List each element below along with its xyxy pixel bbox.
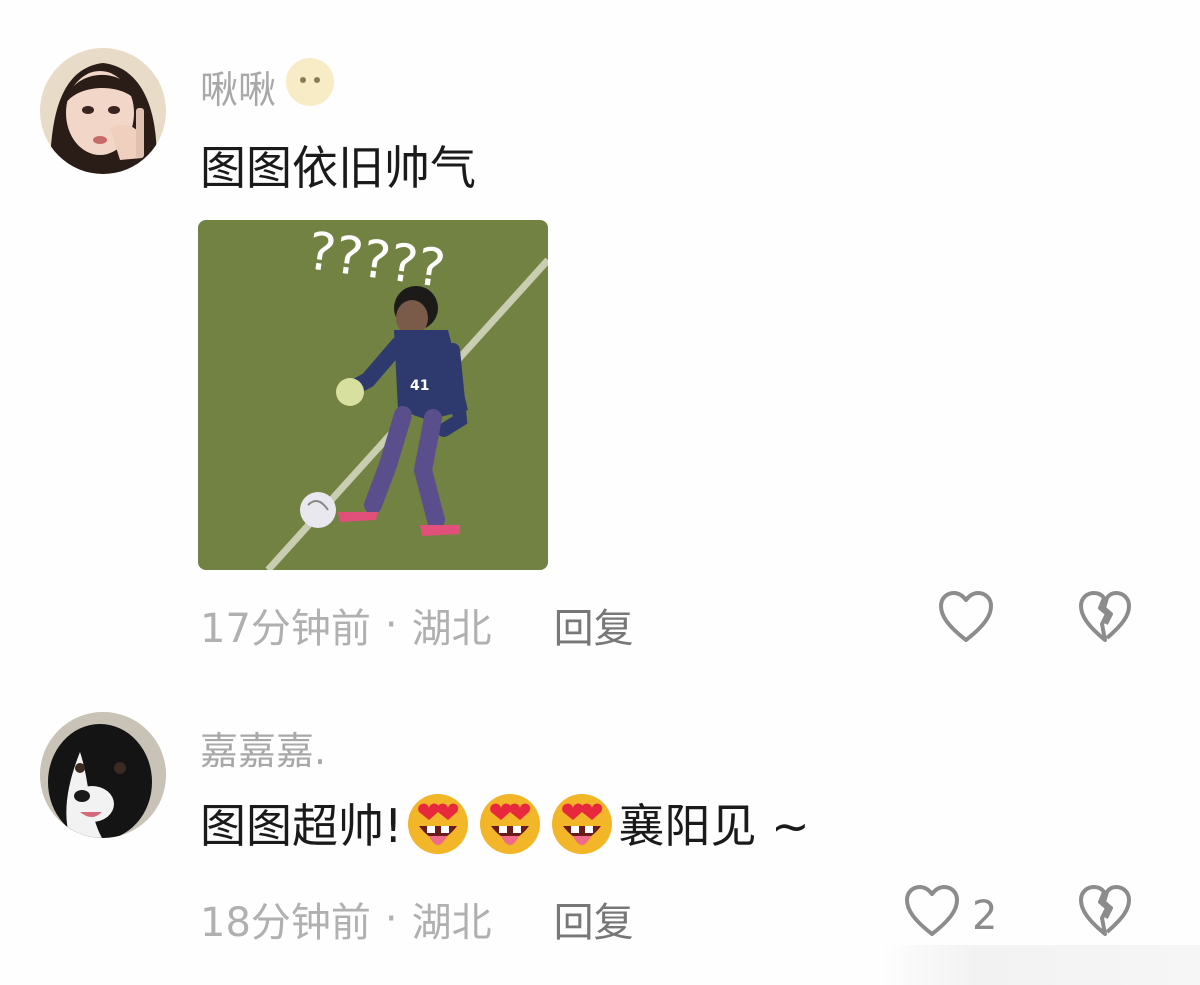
avatar[interactable]: [40, 712, 166, 838]
comment-meta: 18分钟前 · 湖北 回复: [200, 890, 634, 948]
heart-outline-icon: [938, 590, 994, 654]
dislike-button[interactable]: [1078, 884, 1132, 948]
comment-text-content: 图图依旧帅气: [200, 141, 476, 195]
username-text[interactable]: 啾啾: [200, 59, 276, 114]
like-button[interactable]: 2: [904, 884, 997, 948]
location: 湖北: [411, 606, 492, 652]
smiley-face-badge-icon: [284, 56, 336, 117]
broken-heart-icon: [1078, 590, 1132, 654]
dislike-button[interactable]: [1078, 590, 1132, 654]
like-count: 2: [972, 893, 998, 939]
separator: ·: [384, 896, 398, 942]
username[interactable]: 嘉嘉嘉.: [200, 720, 326, 775]
comment-meta: 17分钟前 · 湖北 回复: [200, 596, 634, 654]
avatar[interactable]: [40, 48, 166, 174]
timestamp: 18分钟前: [200, 900, 371, 946]
heart-eyes-tongue-emoji: [405, 790, 471, 856]
broken-heart-icon: [1078, 884, 1132, 948]
heart-outline-icon: [904, 884, 960, 948]
comment-text: 图图超帅! 襄阳见 ~: [200, 790, 810, 856]
comment-text-before: 图图超帅!: [200, 799, 403, 853]
reply-button[interactable]: 回复: [554, 596, 634, 654]
username-text[interactable]: 嘉嘉嘉.: [200, 720, 326, 775]
separator: ·: [384, 602, 398, 648]
timestamp: 17分钟前: [200, 606, 371, 652]
username[interactable]: 啾啾: [200, 56, 336, 117]
heart-eyes-tongue-emoji: [477, 790, 543, 856]
heart-eyes-tongue-emoji: [549, 790, 615, 856]
comment-image[interactable]: ????? 41: [198, 220, 548, 570]
jersey-number: 41: [410, 378, 429, 394]
like-button[interactable]: [938, 590, 1006, 654]
location: 湖北: [411, 900, 492, 946]
comment-text: 图图依旧帅气: [200, 132, 476, 198]
comment-text-after: 襄阳见 ~: [618, 799, 810, 853]
bottom-fade-overlay: [880, 945, 1200, 985]
reply-button[interactable]: 回复: [554, 890, 634, 948]
